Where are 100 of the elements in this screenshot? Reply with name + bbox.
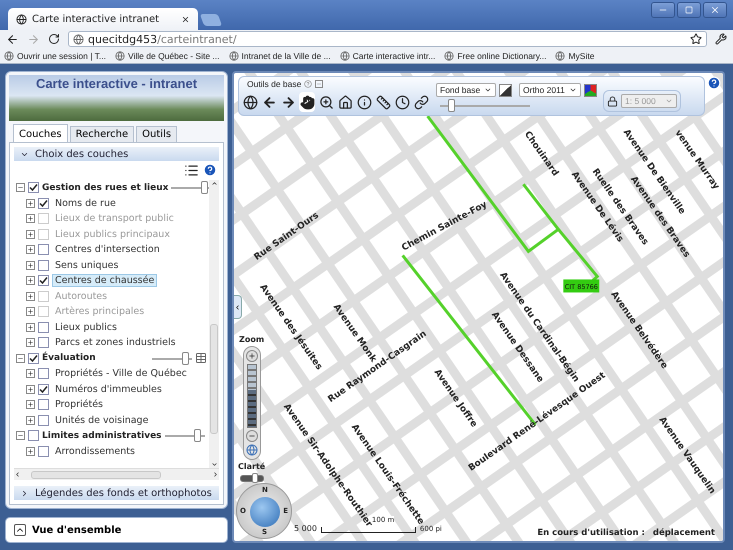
plus-icon xyxy=(27,339,34,346)
collapse-toggle[interactable] xyxy=(16,354,25,363)
zoom-in-icon xyxy=(318,94,334,110)
layer-checkbox[interactable] xyxy=(38,446,49,457)
expand-toggle[interactable] xyxy=(26,416,35,425)
expand-toggle[interactable] xyxy=(26,292,35,301)
close-button[interactable] xyxy=(703,2,727,18)
address-bar[interactable]: quecitdg453/carteintranet/ xyxy=(68,31,707,47)
app-title: Carte interactive - intranet xyxy=(36,76,198,92)
chevron-right-icon[interactable] xyxy=(212,471,219,478)
layer-item[interactable]: Numéros d'immeubles xyxy=(52,382,165,396)
lock-icon[interactable] xyxy=(607,96,618,106)
help-icon[interactable] xyxy=(304,80,312,88)
chevron-left-icon[interactable] xyxy=(14,471,21,478)
new-tab-button[interactable] xyxy=(200,14,222,26)
layer-checkbox[interactable] xyxy=(38,260,49,271)
zoom-slider[interactable] xyxy=(246,364,257,428)
layer-item[interactable]: Noms de rue xyxy=(52,196,119,210)
expand-toggle[interactable] xyxy=(26,446,35,456)
layer-checkbox[interactable] xyxy=(38,275,49,286)
opacity-slider[interactable] xyxy=(171,181,209,194)
layer-item[interactable]: Centres de chaussée xyxy=(52,274,158,288)
zoom-in-button[interactable] xyxy=(246,350,258,362)
expand-toggle[interactable] xyxy=(26,214,35,224)
chevron-down-icon[interactable] xyxy=(210,461,218,468)
chevron-up-icon[interactable] xyxy=(210,180,218,187)
layer-item[interactable]: Arrondissements xyxy=(52,444,138,458)
layer-item[interactable]: Parcs et zones industriels xyxy=(52,336,179,350)
basemap-dropdown[interactable]: Fond base xyxy=(436,83,496,97)
maximize-icon[interactable] xyxy=(685,6,693,14)
reload-icon[interactable] xyxy=(48,33,60,45)
star-icon[interactable] xyxy=(690,33,702,45)
panel-tab[interactable]: Outils xyxy=(136,126,178,143)
browser-tab[interactable]: Carte interactive intranet xyxy=(8,8,198,30)
tool-button[interactable] xyxy=(299,92,315,112)
accordion-header[interactable]: Légendes des fonds et orthophotos xyxy=(14,486,219,500)
layer-checkbox[interactable] xyxy=(38,244,49,256)
globe-icon[interactable] xyxy=(246,444,258,456)
legend-list-icon[interactable] xyxy=(184,163,199,178)
expand-toggle[interactable] xyxy=(26,245,35,254)
tab-title: Carte interactive intranet xyxy=(32,14,160,24)
ortho-dropdown[interactable]: Ortho 2011 xyxy=(519,83,581,97)
layer-item[interactable]: Sens uniques xyxy=(52,258,122,272)
layer-checkbox[interactable] xyxy=(38,399,49,410)
expand-toggle[interactable] xyxy=(26,260,35,270)
accordion-header[interactable]: Choix des couches xyxy=(14,147,219,161)
layer-item[interactable]: Centres d'intersection xyxy=(52,243,163,256)
bookmark-link[interactable]: Intranet de la Ville de ... xyxy=(228,50,331,60)
layer-item[interactable]: Lieux publics xyxy=(52,320,120,334)
layer-checkbox[interactable] xyxy=(28,182,39,194)
bookmark-link[interactable]: Free online Dictionary... xyxy=(444,50,546,60)
wrench-icon[interactable] xyxy=(715,33,727,45)
plus-icon xyxy=(27,416,34,424)
layer-checkbox[interactable] xyxy=(38,322,49,333)
maximize-button[interactable] xyxy=(677,2,701,18)
color-icon[interactable] xyxy=(584,84,597,96)
collapse-toggle[interactable] xyxy=(16,431,25,440)
expand-toggle[interactable] xyxy=(26,198,35,208)
bookmark-link[interactable]: MySite xyxy=(555,50,594,60)
horizontal-scrollbar[interactable] xyxy=(14,469,219,480)
layer-checkbox[interactable] xyxy=(38,368,49,380)
layer-checkbox[interactable] xyxy=(38,198,49,209)
bookmark-link[interactable]: Carte interactive intr... xyxy=(340,50,436,60)
clock-icon xyxy=(394,94,410,110)
expand-toggle[interactable] xyxy=(26,307,35,316)
minimize-icon[interactable] xyxy=(315,80,324,88)
zoom-out-button[interactable] xyxy=(246,430,258,442)
vertical-scrollbar[interactable] xyxy=(209,180,219,468)
layer-checkbox[interactable] xyxy=(38,414,49,426)
minimize-button[interactable] xyxy=(651,2,675,18)
opacity-slider[interactable] xyxy=(152,352,192,365)
expand-toggle[interactable] xyxy=(26,230,35,239)
close-icon[interactable] xyxy=(181,14,190,24)
expand-toggle[interactable] xyxy=(26,400,35,410)
layer-checkbox[interactable] xyxy=(38,384,49,395)
zoom-control[interactable] xyxy=(242,346,261,460)
contrast-icon[interactable] xyxy=(499,84,512,96)
layer-checkbox[interactable] xyxy=(28,352,39,364)
expand-toggle[interactable] xyxy=(26,338,35,348)
collapse-toggle[interactable] xyxy=(16,183,25,192)
panel-tab[interactable]: Recherche xyxy=(70,126,134,143)
layer-item[interactable]: Propriétés xyxy=(52,398,106,412)
layer-checkbox[interactable] xyxy=(38,337,49,348)
opacity-slider[interactable] xyxy=(164,429,205,442)
collapse-handle[interactable] xyxy=(234,295,242,319)
back-icon[interactable] xyxy=(6,32,19,46)
layer-checkbox[interactable] xyxy=(28,430,39,442)
brightness-slider[interactable] xyxy=(240,473,264,483)
expand-toggle[interactable] xyxy=(26,384,35,394)
expand-toggle[interactable] xyxy=(26,369,35,378)
layer-item[interactable]: Unités de voisinage xyxy=(52,414,152,427)
expand-toggle[interactable] xyxy=(26,276,35,286)
layer-item[interactable]: Propriétés - Ville de Québec xyxy=(52,367,190,380)
panel-tab[interactable]: Couches xyxy=(13,124,68,143)
transparency-slider[interactable] xyxy=(440,99,530,112)
table-icon[interactable] xyxy=(195,352,207,364)
overview-toggle[interactable]: Vue d'ensemble xyxy=(5,517,228,543)
bookmark-link[interactable]: Ouvrir une session | T... xyxy=(4,50,106,60)
bookmark-link[interactable]: Ville de Québec - Site ... xyxy=(114,50,220,60)
expand-toggle[interactable] xyxy=(26,322,35,332)
